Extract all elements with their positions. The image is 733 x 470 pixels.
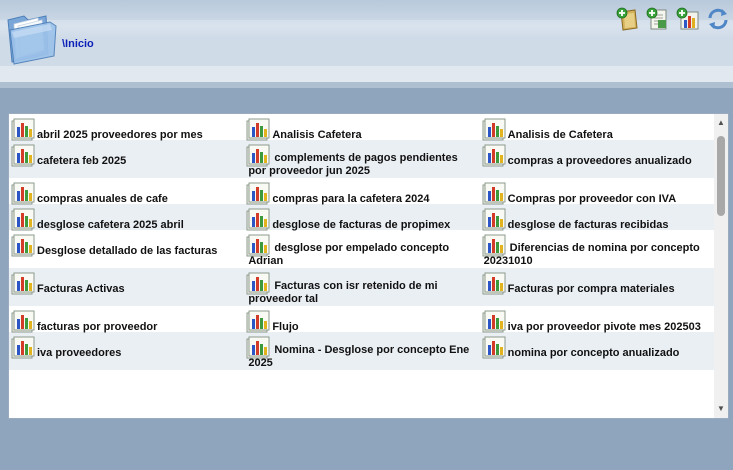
report-item[interactable]: Flujo	[244, 306, 479, 334]
bar-chart-report-icon	[11, 182, 35, 206]
report-row: iva proveedores Nomina - Desglose por con…	[9, 332, 715, 370]
report-item-label: nomina por concepto anualizado	[507, 347, 680, 359]
report-item-label: iva proveedores	[37, 347, 122, 359]
report-item[interactable]: compras para la cafetera 2024	[244, 178, 479, 206]
scroll-thumb[interactable]	[717, 136, 725, 216]
report-item[interactable]: desglose por empelado concepto Adrian	[244, 230, 479, 268]
report-item[interactable]: desglose de facturas recibidas	[480, 204, 715, 232]
report-item[interactable]: nomina por concepto anualizado	[480, 332, 715, 370]
report-item-label: Compras por proveedor con IVA	[507, 193, 677, 205]
report-item[interactable]: cafetera feb 2025	[9, 140, 244, 178]
report-row: desglose cafetera 2025 abril desglose de …	[9, 204, 715, 232]
scroll-down-arrow[interactable]: ▼	[714, 402, 728, 416]
add-document-icon	[646, 7, 667, 30]
report-row: compras anuales de cafe compras para la c…	[9, 178, 715, 206]
report-item[interactable]: iva proveedores	[9, 332, 244, 370]
report-item[interactable]: Facturas Activas	[9, 268, 244, 306]
bar-chart-report-icon	[482, 336, 506, 360]
bar-chart-report-icon	[246, 182, 270, 206]
report-item-label: compras anuales de cafe	[37, 193, 168, 205]
report-item-label: iva por proveedor pivote mes 202503	[507, 321, 701, 333]
report-item[interactable]: desglose cafetera 2025 abril	[9, 204, 244, 232]
bar-chart-report-icon	[482, 272, 506, 296]
vertical-scrollbar[interactable]: ▲ ▼	[714, 114, 728, 418]
add-folder-icon	[616, 7, 638, 31]
report-item[interactable]: Diferencias de nomina por concepto 20231…	[480, 230, 715, 268]
report-item-label: Facturas con isr retenido de mi proveedo…	[248, 280, 438, 305]
bar-chart-report-icon	[246, 118, 270, 142]
report-row: Desglose detallado de las facturas desglo…	[9, 230, 715, 268]
report-item[interactable]: iva por proveedor pivote mes 202503	[480, 306, 715, 334]
report-list-panel: abril 2025 proveedores por mes Analisis C…	[8, 113, 729, 419]
bar-chart-report-icon	[482, 208, 506, 232]
report-row: Facturas Activas Facturas con isr retenid…	[9, 268, 715, 306]
bar-chart-report-icon	[11, 208, 35, 232]
report-item[interactable]: desglose de facturas de propimex	[244, 204, 479, 232]
report-item[interactable]: Facturas por compra materiales	[480, 268, 715, 306]
report-item-label: compras a proveedores anualizado	[507, 155, 692, 167]
report-item-label: desglose de facturas de propimex	[272, 219, 451, 231]
report-item-label: Flujo	[272, 321, 299, 333]
bar-chart-report-icon	[11, 336, 35, 360]
report-item[interactable]: complements de pagos pendientes por prov…	[244, 140, 479, 178]
report-item[interactable]: compras a proveedores anualizado	[480, 140, 715, 178]
report-item[interactable]: Desglose detallado de las facturas	[9, 230, 244, 268]
report-item-label: desglose por empelado concepto Adrian	[248, 242, 450, 267]
bar-chart-report-icon	[11, 272, 35, 296]
report-item-label: complements de pagos pendientes por prov…	[248, 152, 458, 177]
report-item-label: desglose de facturas recibidas	[507, 219, 669, 231]
report-item-label: cafetera feb 2025	[37, 155, 127, 167]
refresh-button[interactable]	[705, 6, 731, 32]
report-item[interactable]: Nomina - Desglose por concepto Ene 2025	[244, 332, 479, 370]
bar-chart-report-icon	[246, 310, 270, 334]
report-item-label: Facturas por compra materiales	[507, 283, 675, 295]
bar-chart-report-icon	[246, 208, 270, 232]
bar-chart-report-icon	[482, 118, 506, 142]
report-item[interactable]: Analisis de Cafetera	[480, 114, 715, 142]
bar-chart-report-icon	[482, 182, 506, 206]
bar-chart-report-icon	[482, 144, 506, 168]
report-item-label: Facturas Activas	[37, 283, 125, 295]
report-item[interactable]: Facturas con isr retenido de mi proveedo…	[244, 268, 479, 306]
breadcrumb-home-link[interactable]: \Inicio	[62, 38, 94, 50]
header-bar: \Inicio	[0, 0, 733, 88]
bar-chart-report-icon	[11, 234, 35, 258]
bar-chart-report-icon	[482, 310, 506, 334]
report-row: abril 2025 proveedores por mes Analisis C…	[9, 114, 715, 142]
report-item-label: Diferencias de nomina por concepto 20231…	[483, 242, 700, 267]
report-item[interactable]: compras anuales de cafe	[9, 178, 244, 206]
report-item-label: Desglose detallado de las facturas	[37, 245, 218, 257]
bar-chart-report-icon	[11, 118, 35, 142]
scroll-up-arrow[interactable]: ▲	[714, 116, 728, 130]
report-item[interactable]: abril 2025 proveedores por mes	[9, 114, 244, 142]
report-item-label: Analisis Cafetera	[272, 129, 362, 141]
report-item-label: facturas por proveedor	[37, 321, 158, 333]
toolbar	[615, 6, 731, 32]
report-item-label: desglose cafetera 2025 abril	[37, 219, 184, 231]
add-report-button[interactable]	[675, 6, 701, 32]
bar-chart-report-icon	[11, 144, 35, 168]
report-row: facturas por proveedor Flujo iva por prove…	[9, 306, 715, 334]
report-row: cafetera feb 2025 complements de pagos pe…	[9, 140, 715, 178]
add-document-button[interactable]	[645, 6, 671, 32]
report-item-label: Nomina - Desglose por concepto Ene 2025	[248, 344, 470, 369]
report-item[interactable]: Analisis Cafetera	[244, 114, 479, 142]
add-folder-button[interactable]	[615, 6, 641, 32]
report-item-label: compras para la cafetera 2024	[272, 193, 430, 205]
bar-chart-report-icon	[11, 310, 35, 334]
report-item-label: abril 2025 proveedores por mes	[37, 129, 203, 141]
open-folder-icon	[4, 8, 62, 66]
report-item[interactable]: Compras por proveedor con IVA	[480, 178, 715, 206]
report-grid: abril 2025 proveedores por mes Analisis C…	[9, 114, 715, 370]
add-report-icon	[676, 7, 699, 30]
report-item-label: Analisis de Cafetera	[507, 129, 613, 141]
refresh-icon	[708, 8, 728, 30]
report-item[interactable]: facturas por proveedor	[9, 306, 244, 334]
